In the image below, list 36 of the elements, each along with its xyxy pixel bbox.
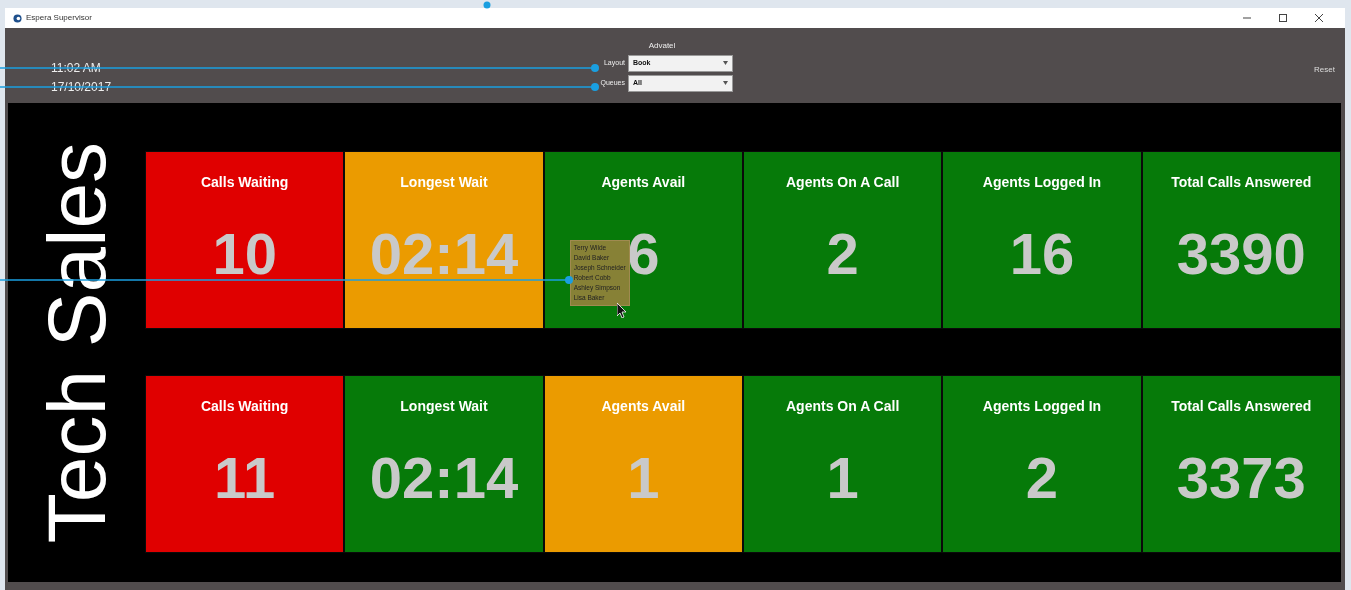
tile-value: 1: [826, 449, 859, 507]
tile-value: 16: [1009, 225, 1075, 283]
tile-value: 02:14: [369, 449, 519, 507]
tile-value: 6: [627, 225, 660, 283]
tile-value: 11: [214, 449, 276, 507]
window-title: Espera Supervisor: [26, 12, 92, 24]
tile-title: Total Calls Answered: [1171, 397, 1312, 416]
tile-title: Agents On A Call: [786, 173, 900, 192]
tile-value: 10: [212, 225, 277, 283]
tile-value: 3373: [1176, 449, 1306, 507]
tile-title: Agents Logged In: [982, 173, 1102, 192]
tile-title: Agents Avail: [601, 173, 686, 192]
tile-value: 3390: [1176, 225, 1306, 283]
group-title: Advatel: [648, 40, 676, 52]
tile-title: Longest Wait: [400, 397, 488, 416]
maximize-icon[interactable]: [1279, 13, 1287, 22]
tile-title: Total Calls Answered: [1171, 173, 1312, 192]
tile-value: 2: [826, 225, 859, 283]
tile-title: Agents Logged In: [982, 397, 1102, 416]
dropdown-arrow-icon: [723, 81, 728, 86]
app-logo-icon: [13, 13, 22, 23]
tile-value: 02:14: [369, 225, 519, 283]
tile-title: Longest Wait: [400, 173, 488, 192]
tile-title: Agents Avail: [601, 397, 686, 416]
dropdown-arrow-icon: [723, 61, 728, 66]
queue-name: Tech Sales: [35, 141, 118, 544]
mouse-cursor-icon: [616, 303, 627, 318]
reset-link[interactable]: Reset: [1314, 64, 1335, 76]
callout-marker: [483, 1, 491, 9]
minimize-icon[interactable]: [1243, 16, 1251, 19]
tile-value: 1: [627, 449, 660, 507]
close-icon[interactable]: [1315, 13, 1323, 22]
tile-title: Agents On A Call: [786, 397, 900, 416]
tile-value: 2: [1025, 449, 1059, 507]
tile-title: Calls Waiting: [200, 397, 289, 416]
tile-title: Calls Waiting: [200, 173, 289, 192]
